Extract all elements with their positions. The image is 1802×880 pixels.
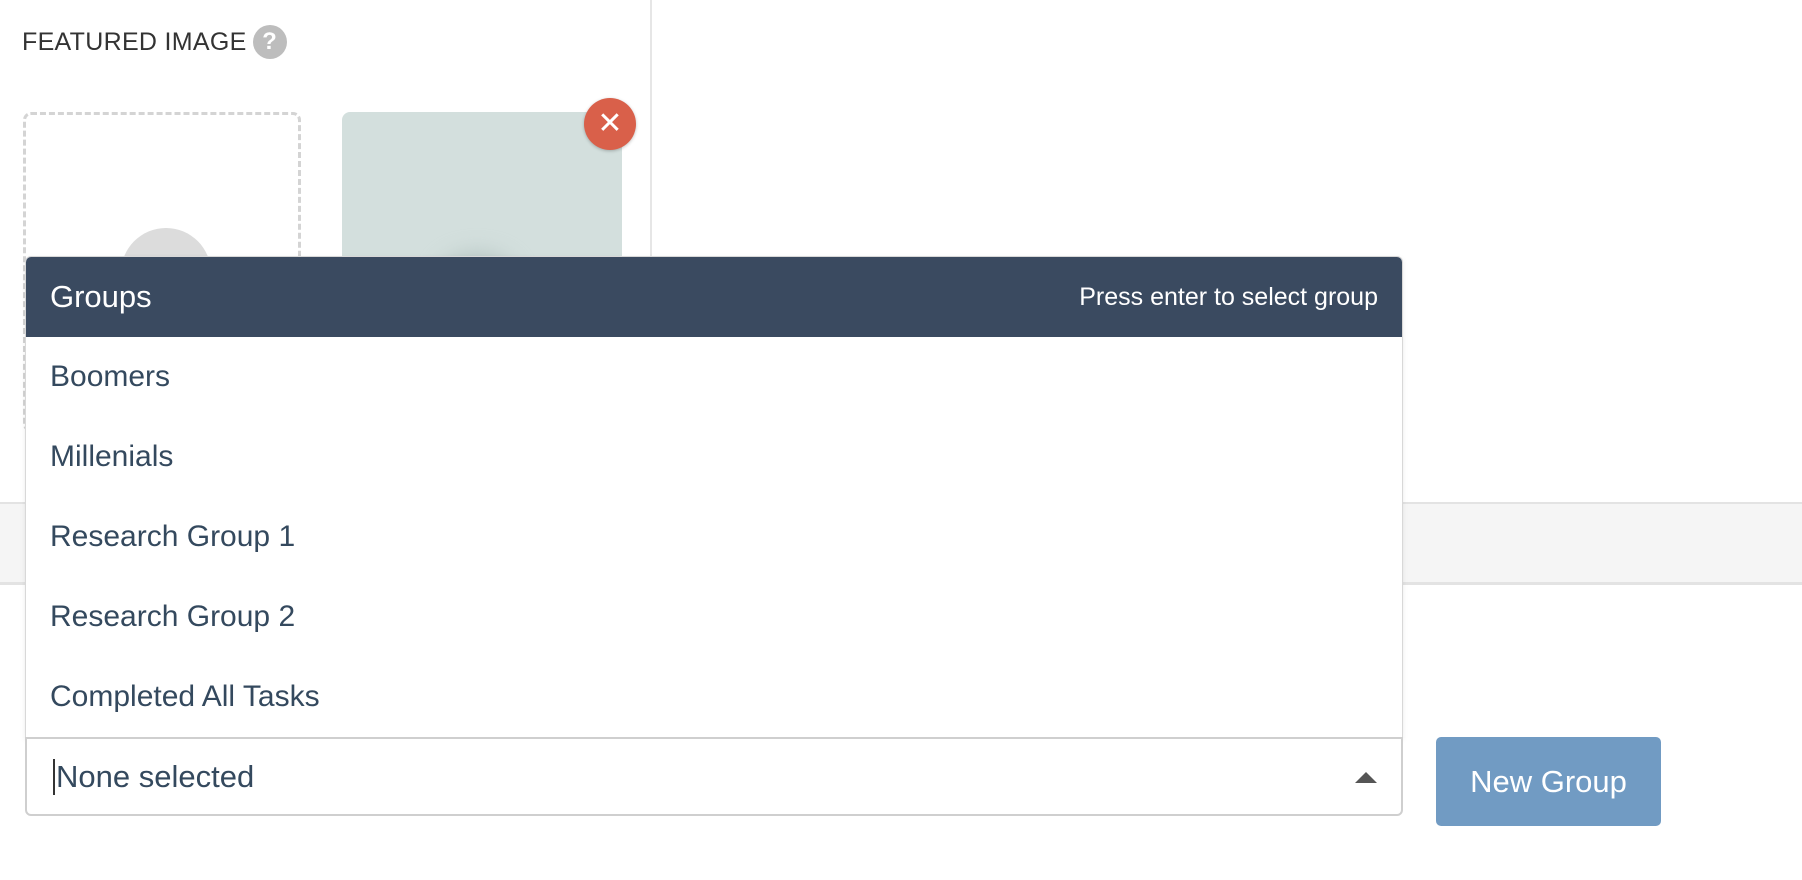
text-cursor — [53, 758, 55, 795]
new-group-button[interactable]: New Group — [1436, 737, 1661, 826]
group-option-completed-all-tasks[interactable]: Completed All Tasks — [26, 657, 1402, 737]
groups-dropdown: Groups Press enter to select group Boome… — [25, 256, 1403, 738]
group-select-value: None selected — [56, 758, 255, 794]
groups-list: Boomers Millenials Research Group 1 Rese… — [26, 337, 1402, 737]
groups-dropdown-hint: Press enter to select group — [1079, 282, 1378, 311]
groups-dropdown-title: Groups — [50, 279, 152, 314]
help-icon[interactable]: ? — [252, 25, 287, 59]
close-icon[interactable]: ✕ — [584, 98, 636, 150]
featured-image-label: FEATURED IMAGE — [22, 27, 247, 56]
group-option-boomers[interactable]: Boomers — [26, 337, 1402, 417]
group-select-input[interactable]: None selected — [25, 737, 1403, 816]
group-option-research-group-1[interactable]: Research Group 1 — [26, 497, 1402, 577]
featured-image-header: FEATURED IMAGE ? — [22, 25, 287, 59]
group-option-research-group-2[interactable]: Research Group 2 — [26, 577, 1402, 657]
groups-dropdown-header: Groups Press enter to select group — [26, 257, 1402, 337]
page: FEATURED IMAGE ? ✕ Groups Press enter to… — [0, 0, 1802, 880]
group-option-millenials[interactable]: Millenials — [26, 417, 1402, 497]
caret-up-icon[interactable] — [1355, 772, 1377, 783]
